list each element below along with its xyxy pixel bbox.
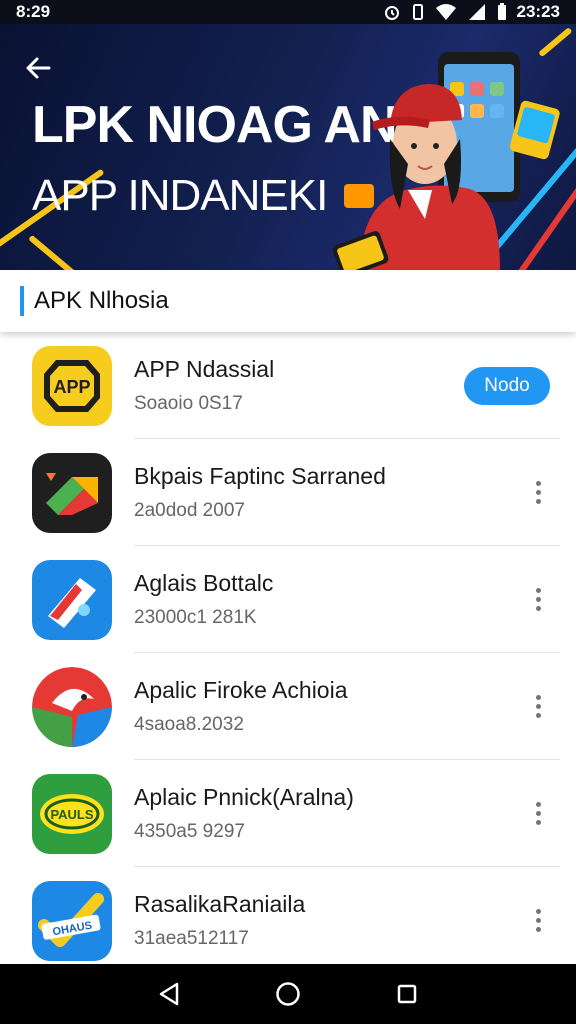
app-name: RasalikaRaniaila (134, 891, 306, 917)
hero-subtitle: APP INDANEKI (32, 171, 328, 220)
svg-text:APP: APP (53, 377, 90, 397)
app-meta: 4350a5 9297 (134, 821, 245, 842)
alarm-icon (383, 3, 401, 21)
hero-banner: LPK NIOAG AN APP INDANEKI (0, 24, 576, 270)
app-icon-folded-arrow-icon (32, 452, 112, 533)
app-list: APP APP Ndassial Soaoio 0S17 Nodo Bkpais… (0, 332, 576, 964)
install-button[interactable]: Nodo (464, 366, 550, 405)
battery-icon (497, 3, 507, 21)
app-name: Aglais Bottalc (134, 570, 274, 596)
app-icon-blue-tag-icon (32, 559, 112, 640)
hero-illustration (332, 52, 560, 270)
app-name: APP Ndassial (134, 356, 275, 382)
list-item[interactable]: APP APP Ndassial Soaoio 0S17 Nodo (0, 332, 576, 439)
app-icon-yellow-badge-icon: APP (32, 345, 112, 426)
section-header: APK Nlhosia (0, 270, 576, 332)
app-meta: 23000c1 281K (134, 607, 257, 628)
app-icon-green-oval-icon: PAULS (32, 773, 112, 854)
decor-stripe-yellow-2 (28, 234, 124, 270)
status-time-left: 8:29 (16, 2, 51, 21)
more-options-button[interactable] (526, 475, 550, 511)
triangle-back-icon (160, 982, 179, 1006)
section-title: APK Nlhosia (34, 287, 169, 314)
list-item[interactable]: Bkpais Faptinc Sarraned 2a0dod 2007 (0, 439, 576, 546)
status-bar: 8:29 23:23 (0, 0, 576, 24)
app-name: Apalic Firoke Achioia (134, 677, 348, 703)
nav-home-button[interactable] (268, 974, 308, 1014)
app-icon-swirl-icon (32, 666, 112, 747)
arrow-left-icon (26, 57, 51, 79)
section-accent-bar (20, 286, 24, 316)
wifi-icon (435, 3, 457, 21)
vibrate-icon (411, 3, 425, 21)
nav-recents-button[interactable] (387, 974, 427, 1014)
list-item[interactable]: Apalic Firoke Achioia 4saoa8.2032 (0, 653, 576, 760)
app-meta: Soaoio 0S17 (134, 393, 243, 414)
app-icon-check-badge-icon: OHAUS (32, 880, 112, 961)
app-meta: 2a0dod 2007 (134, 500, 245, 521)
nav-back-button[interactable] (149, 974, 189, 1014)
signal-icon (467, 3, 487, 21)
circle-home-icon (276, 982, 300, 1006)
list-item[interactable]: PAULS Aplaic Pnnick(Aralna) 4350a5 9297 (0, 760, 576, 867)
list-item[interactable]: Aglais Bottalc 23000c1 281K (0, 546, 576, 653)
app-meta: 31aea512117 (134, 928, 249, 949)
more-options-button[interactable] (526, 689, 550, 725)
square-recents-icon (397, 984, 416, 1004)
more-options-button[interactable] (526, 903, 550, 939)
svg-text:PAULS: PAULS (50, 807, 93, 822)
app-meta: 4saoa8.2032 (134, 714, 244, 735)
system-nav-bar (0, 964, 576, 1024)
app-name: Aplaic Pnnick(Aralna) (134, 784, 354, 810)
back-button[interactable] (20, 50, 56, 86)
more-options-button[interactable] (526, 796, 550, 832)
list-item[interactable]: OHAUS RasalikaRaniaila 31aea512117 (0, 867, 576, 964)
more-options-button[interactable] (526, 582, 550, 618)
status-time-right: 23:23 (516, 2, 560, 21)
app-name: Bkpais Faptinc Sarraned (134, 463, 386, 489)
status-icons: 23:23 (383, 2, 560, 22)
